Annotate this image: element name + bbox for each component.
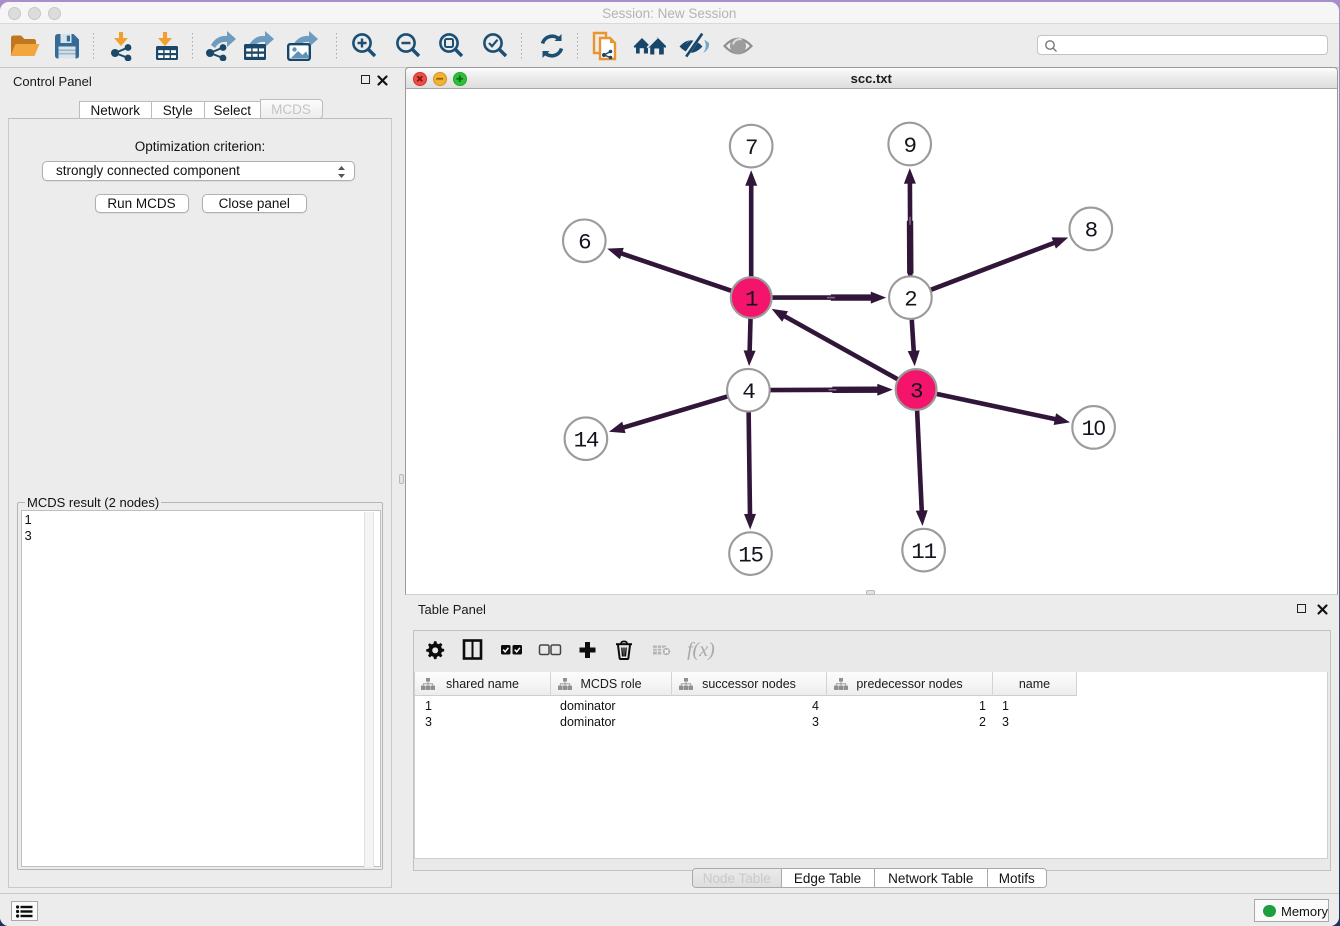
svg-text:10: 10 xyxy=(1081,416,1105,442)
svg-text:15: 15 xyxy=(738,542,763,568)
svg-text:6: 6 xyxy=(578,230,591,256)
svg-text:3: 3 xyxy=(909,378,922,404)
svg-text:14: 14 xyxy=(573,428,598,454)
svg-text:7: 7 xyxy=(745,135,757,161)
svg-text:9: 9 xyxy=(903,133,915,159)
svg-text:1: 1 xyxy=(745,286,758,312)
svg-text:11: 11 xyxy=(911,539,936,565)
svg-text:2: 2 xyxy=(904,286,916,312)
svg-text:f(x): f(x) xyxy=(687,639,715,660)
svg-text:8: 8 xyxy=(1084,218,1097,244)
svg-text:4: 4 xyxy=(742,379,755,405)
